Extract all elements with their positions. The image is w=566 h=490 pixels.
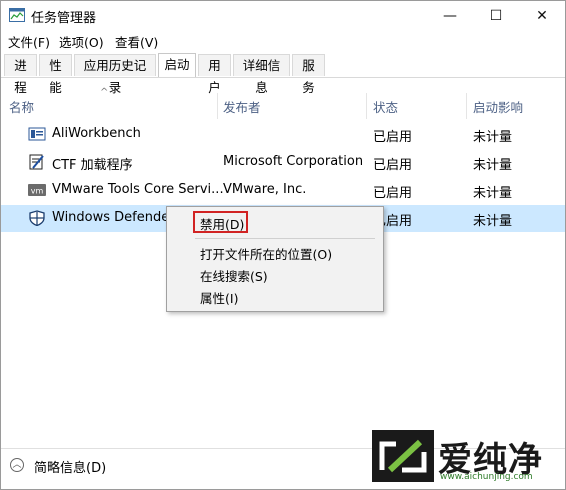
tab-performance[interactable]: 性能 xyxy=(39,54,72,95)
tab-services[interactable]: 服务 xyxy=(292,54,325,95)
svg-text:vm: vm xyxy=(31,187,44,196)
menu-file[interactable]: 文件(F) xyxy=(8,32,50,51)
maximize-button[interactable]: ☐ xyxy=(473,1,519,30)
menu-view[interactable]: 查看(V) xyxy=(115,32,158,51)
tab-processes[interactable]: 进程 xyxy=(4,54,37,95)
close-button[interactable]: ✕ xyxy=(519,1,565,30)
table-row[interactable]: AliWorkbench 已启用 未计量 xyxy=(1,121,565,148)
minimize-button[interactable]: — xyxy=(427,1,473,30)
context-item-properties[interactable]: 属性(I) xyxy=(200,288,238,307)
column-divider[interactable] xyxy=(366,93,367,119)
window-title: 任务管理器 xyxy=(31,11,97,26)
fewer-details-link[interactable]: 简略信息(D) xyxy=(34,457,106,476)
tab-strip: 进程 性能 应用历史记录 启动 用户 详细信息 服务 xyxy=(1,53,565,95)
menu-bar: 文件(F) 选项(O) 查看(V) xyxy=(1,30,565,50)
title-bar[interactable]: 任务管理器 — ☐ ✕ xyxy=(1,1,565,30)
sort-arrow-icon: ^ xyxy=(100,87,109,98)
row-status: 已启用 xyxy=(373,186,413,201)
row-impact: 未计量 xyxy=(473,214,513,229)
maximize-icon: ☐ xyxy=(489,7,503,24)
column-name[interactable]: 名称 xyxy=(9,97,34,116)
column-divider[interactable] xyxy=(466,93,467,119)
tab-users[interactable]: 用户 xyxy=(198,54,231,95)
ctf-loader-icon xyxy=(29,154,44,170)
windows-defender-icon xyxy=(29,210,45,226)
row-name: VMware Tools Core Servi... xyxy=(52,182,224,197)
table-row[interactable]: CTF 加载程序 Microsoft Corporation 已启用 未计量 xyxy=(1,149,565,176)
watermark-logo xyxy=(372,430,434,482)
minimize-icon: — xyxy=(443,7,457,24)
tab-app-history[interactable]: 应用历史记录 xyxy=(74,54,156,95)
row-publisher: VMware, Inc. xyxy=(223,182,307,197)
menu-options[interactable]: 选项(O) xyxy=(59,32,104,51)
row-impact: 未计量 xyxy=(473,158,513,173)
column-impact[interactable]: 启动影响 xyxy=(473,97,523,116)
column-status[interactable]: 状态 xyxy=(373,97,398,116)
context-item-disable[interactable]: 禁用(D) xyxy=(200,214,244,233)
column-publisher[interactable]: 发布者 xyxy=(223,97,261,116)
chevron-up-icon[interactable]: ︿ xyxy=(10,458,24,472)
context-separator xyxy=(195,238,375,239)
context-menu: 禁用(D) 打开文件所在的位置(O) 在线搜索(S) 属性(I) xyxy=(166,206,384,312)
table-row[interactable]: vm VMware Tools Core Servi... VMware, In… xyxy=(1,177,565,204)
context-item-search-online[interactable]: 在线搜索(S) xyxy=(200,266,268,285)
row-status: 已启用 xyxy=(373,158,413,173)
column-header: ^ 名称 发布者 状态 启动影响 xyxy=(1,87,565,119)
row-name: AliWorkbench xyxy=(52,126,141,141)
watermark-url: www.aichunjing.com xyxy=(440,472,533,482)
row-impact: 未计量 xyxy=(473,186,513,201)
column-divider[interactable] xyxy=(217,93,218,119)
row-impact: 未计量 xyxy=(473,130,513,145)
row-name: CTF 加载程序 xyxy=(52,158,133,173)
task-manager-icon xyxy=(9,8,25,22)
close-icon: ✕ xyxy=(536,7,548,24)
row-publisher: Microsoft Corporation xyxy=(223,154,364,169)
context-item-open-location[interactable]: 打开文件所在的位置(O) xyxy=(200,244,332,263)
tab-startup[interactable]: 启动 xyxy=(158,53,196,77)
tab-details[interactable]: 详细信息 xyxy=(233,54,290,95)
vmware-icon: vm xyxy=(28,184,46,196)
row-name: Windows Defender xyxy=(52,210,175,225)
aliworkbench-icon xyxy=(28,127,46,141)
row-status: 已启用 xyxy=(373,130,413,145)
